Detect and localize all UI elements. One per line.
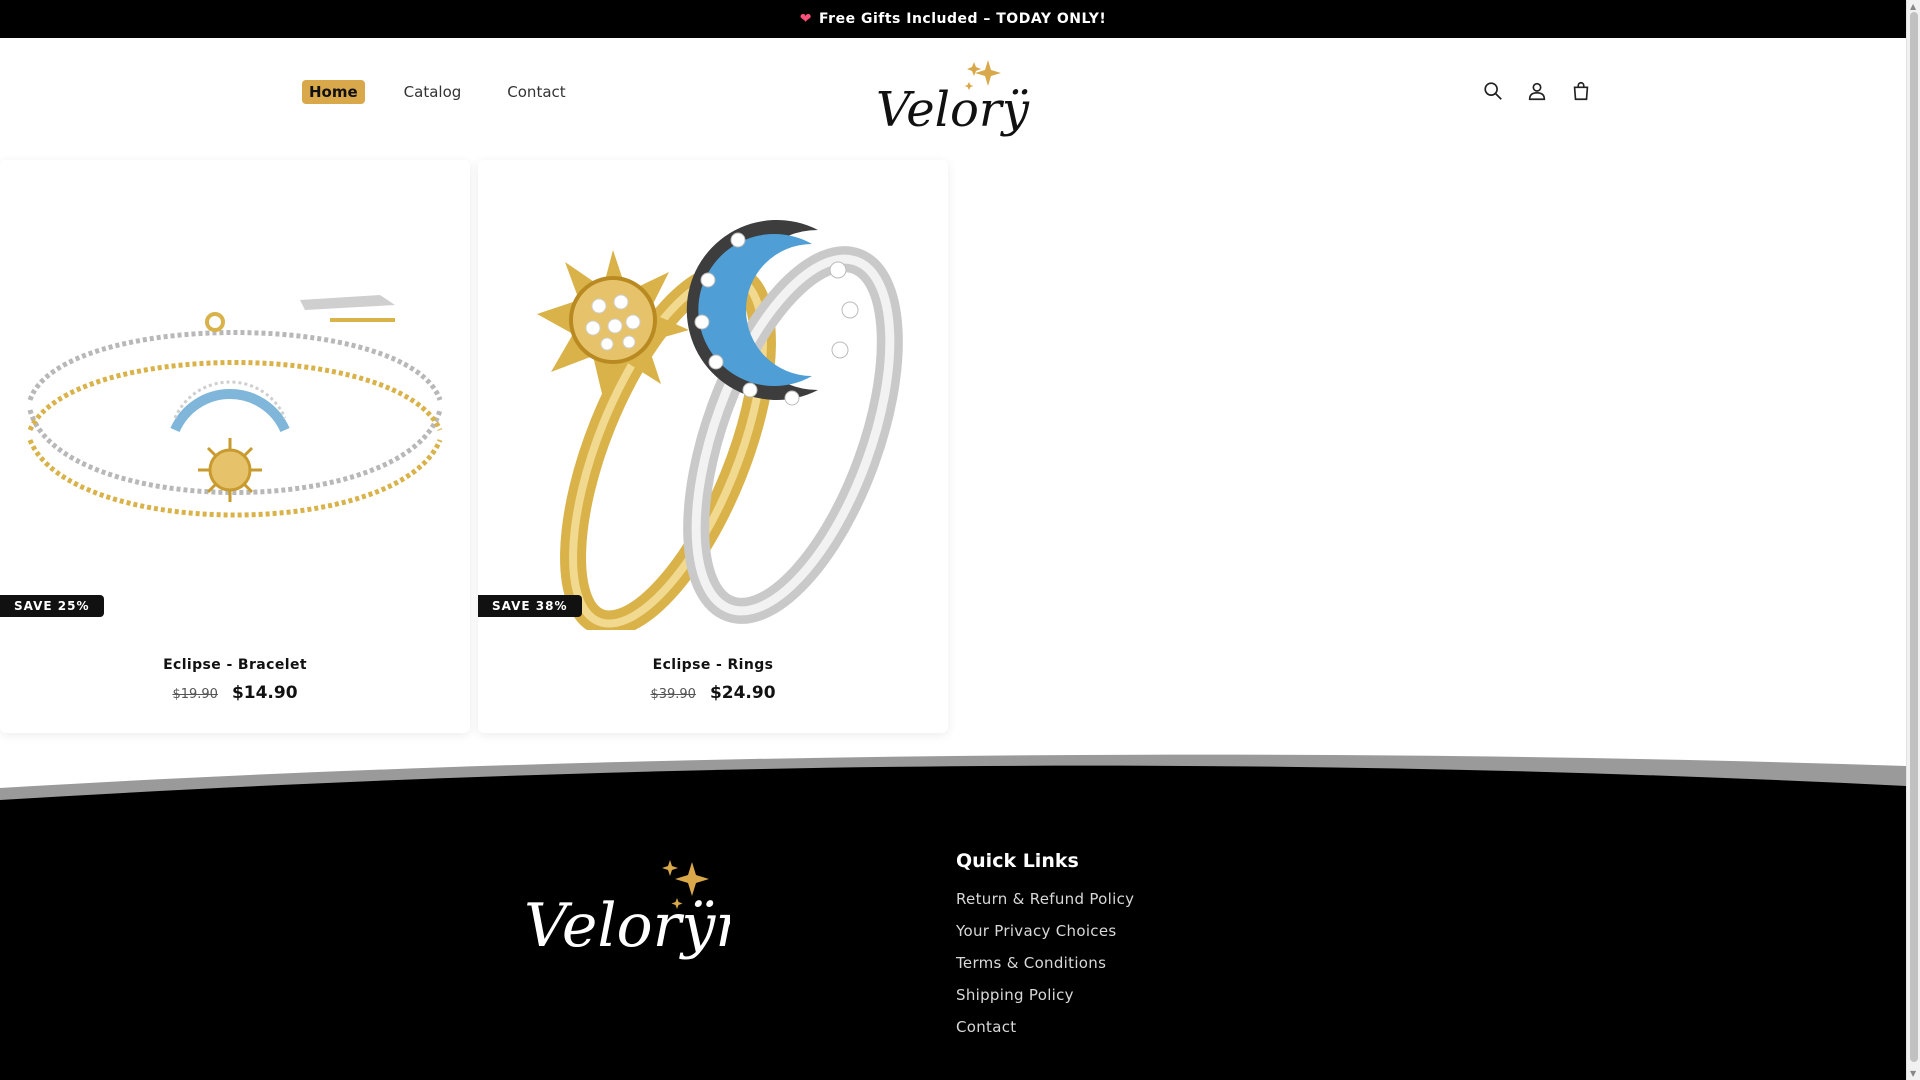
footer-link-contact[interactable]: Contact [956, 1018, 1134, 1036]
scroll-down-icon[interactable]: ▼ [1910, 1069, 1916, 1078]
footer-brand-logo[interactable]: Velorÿn [520, 850, 754, 970]
product-title[interactable]: Eclipse - Rings [478, 657, 948, 673]
sale-price: $24.90 [709, 683, 776, 703]
product-image[interactable] [0, 160, 470, 630]
nav-home-link[interactable]: Home [302, 80, 365, 104]
scroll-up-icon[interactable]: ▲ [1910, 2, 1916, 11]
nav-catalog-link[interactable]: Catalog [397, 80, 469, 104]
announcement-text: Free Gifts Included – TODAY ONLY! [819, 11, 1107, 27]
quick-links-heading: Quick Links [956, 850, 1079, 872]
price-row: $39.90 $24.90 [478, 683, 948, 703]
quick-links-list: Return & Refund Policy Your Privacy Choi… [956, 890, 1134, 1036]
product-card[interactable]: SAVE 38% Eclipse - Rings $39.90 $24.90 [478, 160, 948, 733]
quick-links-section: Quick Links Return & Refund Policy Your … [956, 850, 1134, 1050]
svg-text:Velorÿn: Velorÿn [876, 82, 1030, 138]
price-row: $19.90 $14.90 [0, 683, 470, 703]
discount-badge: SAVE 25% [0, 595, 104, 617]
discount-badge: SAVE 38% [478, 595, 582, 617]
scrollbar-thumb[interactable] [1910, 12, 1918, 1062]
svg-text:Velorÿn: Velorÿn [524, 891, 730, 961]
main-nav: Home Catalog Contact [302, 80, 605, 104]
site-footer: Velorÿn Quick Links Return & Refund Poli… [0, 800, 1906, 1080]
search-icon[interactable] [1480, 78, 1506, 104]
heart-icon: ❤ [799, 11, 813, 27]
product-title[interactable]: Eclipse - Bracelet [0, 657, 470, 673]
compare-price: $39.90 [650, 687, 696, 702]
site-header: Home Catalog Contact Velorÿn [0, 38, 1906, 162]
announcement-bar: ❤ Free Gifts Included – TODAY ONLY! [0, 0, 1906, 38]
product-grid: SAVE 25% Eclipse - Bracelet $19.90 $14.9… [0, 160, 948, 733]
footer-link-terms[interactable]: Terms & Conditions [956, 954, 1134, 972]
page-scrollbar[interactable]: ▲ ▼ [1906, 0, 1920, 1080]
account-icon[interactable] [1524, 78, 1550, 104]
cart-icon[interactable] [1568, 78, 1594, 104]
product-image[interactable] [478, 160, 948, 637]
footer-link-return-refund[interactable]: Return & Refund Policy [956, 890, 1134, 908]
header-icons [1480, 78, 1594, 104]
product-card[interactable]: SAVE 25% Eclipse - Bracelet $19.90 $14.9… [0, 160, 470, 733]
nav-contact-link[interactable]: Contact [500, 80, 572, 104]
footer-link-privacy-choices[interactable]: Your Privacy Choices [956, 922, 1134, 940]
sale-price: $14.90 [231, 683, 298, 703]
compare-price: $19.90 [172, 687, 218, 702]
footer-link-shipping[interactable]: Shipping Policy [956, 986, 1134, 1004]
brand-logo[interactable]: Velorÿn [870, 48, 1060, 148]
